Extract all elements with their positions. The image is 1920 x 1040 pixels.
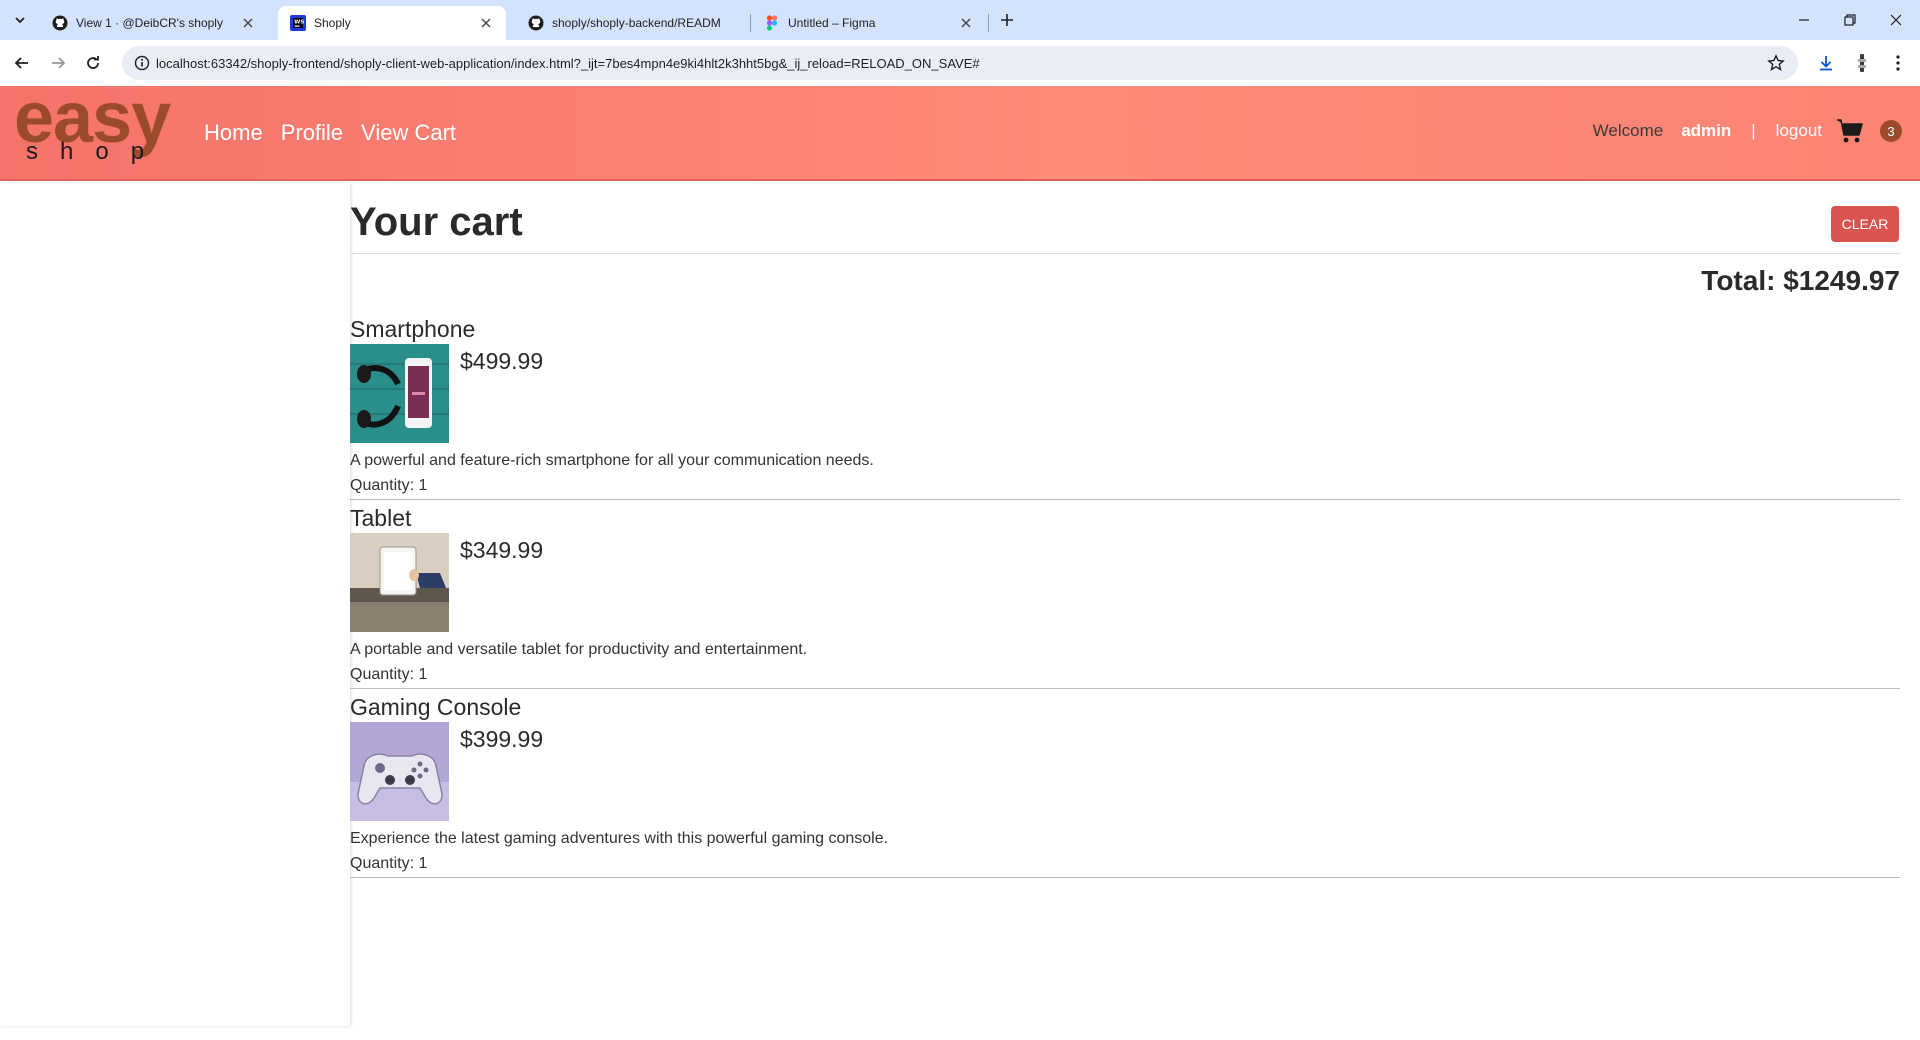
divider <box>350 253 1900 254</box>
easy-shop-logo[interactable]: easy shop <box>14 82 184 178</box>
tab-title: View 1 · @DeibCR's shoply <box>76 16 223 30</box>
svg-text:WS: WS <box>294 20 304 26</box>
browser-tab[interactable]: shoply/shoply-backend/READM <box>516 6 738 40</box>
clear-cart-button[interactable]: CLEAR <box>1831 206 1899 242</box>
item-quantity: Quantity: 1 <box>350 666 428 683</box>
smartphone-product-image <box>350 344 449 443</box>
item-divider <box>350 688 1900 689</box>
shopping-cart-icon[interactable] <box>1836 118 1864 144</box>
item-quantity: Quantity: 1 <box>350 855 428 872</box>
item-description: A portable and versatile tablet for prod… <box>350 641 808 658</box>
sidebar-panel <box>0 183 350 1026</box>
tab-title: Untitled – Figma <box>788 16 876 30</box>
webstorm-icon: WS <box>290 15 306 31</box>
logo-shop-text: shop <box>26 138 167 165</box>
tab-separator <box>750 14 751 32</box>
tab-title: Shoply <box>314 16 351 30</box>
item-divider <box>350 499 1900 500</box>
close-icon[interactable] <box>240 15 256 31</box>
cart-total: Total: $1249.97 <box>1701 265 1900 296</box>
item-description: A powerful and feature-rich smartphone f… <box>350 452 874 469</box>
address-bar[interactable]: localhost:63342/shoply-frontend/shoply-c… <box>122 46 1798 80</box>
tab-title: shoply/shoply-backend/READM <box>552 16 721 30</box>
browser-toolbar: localhost:63342/shoply-frontend/shoply-c… <box>0 40 1920 86</box>
nav-home-link[interactable]: Home <box>204 120 263 146</box>
username: admin <box>1681 121 1732 140</box>
download-icon[interactable] <box>1814 51 1838 75</box>
item-quantity: Quantity: 1 <box>350 477 428 494</box>
close-icon[interactable] <box>478 15 494 31</box>
item-price: $349.99 <box>460 537 544 563</box>
user-bar-separator: | <box>1751 121 1756 140</box>
cart-count-badge: 3 <box>1880 120 1902 142</box>
minimize-icon[interactable] <box>1781 0 1827 40</box>
close-window-icon[interactable] <box>1873 0 1919 40</box>
item-divider <box>350 877 1900 878</box>
github-icon <box>52 15 68 31</box>
github-icon <box>528 15 544 31</box>
close-icon[interactable] <box>958 15 974 31</box>
nav-view-cart-link[interactable]: View Cart <box>361 120 456 146</box>
figma-icon <box>766 15 778 31</box>
site-header: easy shop Home Profile View Cart Welcome… <box>0 82 1920 181</box>
restore-icon[interactable] <box>1827 0 1873 40</box>
url-text: localhost:63342/shoply-frontend/shoply-c… <box>156 56 980 71</box>
page-title: Your cart <box>350 200 523 244</box>
back-arrow-icon[interactable] <box>10 51 34 75</box>
browser-tab[interactable]: View 1 · @DeibCR's shoply <box>40 6 268 40</box>
item-description: Experience the latest gaming adventures … <box>350 830 889 847</box>
item-price: $499.99 <box>460 348 544 374</box>
forward-arrow-icon[interactable] <box>46 51 70 75</box>
tab-separator <box>988 14 989 32</box>
gaming-console-product-image <box>350 722 449 821</box>
browser-tab-strip: View 1 · @DeibCR's shoply WS Shoply shop… <box>0 0 1920 40</box>
site-info-icon[interactable] <box>130 51 154 75</box>
browser-tab[interactable]: Untitled – Figma <box>752 6 986 40</box>
reload-icon[interactable] <box>81 51 105 75</box>
welcome-text: Welcome <box>1592 121 1664 140</box>
main-nav: Home Profile View Cart <box>204 120 456 146</box>
tablet-product-image <box>350 533 449 632</box>
browser-tab-active[interactable]: WS Shoply <box>278 6 506 40</box>
logout-link[interactable]: logout <box>1776 121 1822 141</box>
extension-icon[interactable] <box>1850 51 1874 75</box>
new-tab-plus-icon[interactable] <box>995 8 1019 32</box>
item-name: Tablet <box>350 505 412 531</box>
nav-profile-link[interactable]: Profile <box>281 120 343 146</box>
item-name: Gaming Console <box>350 694 522 720</box>
tab-search-chevron-icon[interactable] <box>8 8 32 32</box>
item-price: $399.99 <box>460 726 544 752</box>
more-menu-icon[interactable] <box>1886 51 1910 75</box>
bookmark-star-icon[interactable] <box>1764 51 1788 75</box>
user-bar: Welcome admin | logout 3 <box>1593 118 1902 144</box>
item-name: Smartphone <box>350 316 476 342</box>
